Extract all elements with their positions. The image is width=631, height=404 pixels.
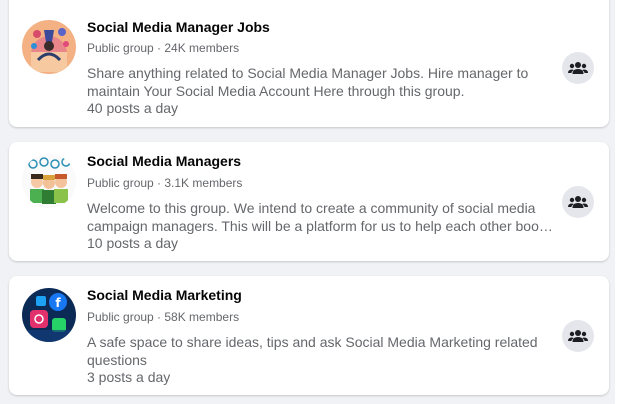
join-group-button[interactable]	[562, 186, 594, 218]
description-line: A safe space to share ideas, tips and as…	[87, 334, 538, 350]
group-meta: Public group · 58K members	[87, 310, 240, 324]
group-avatar[interactable]: f	[22, 288, 76, 342]
group-name[interactable]: Social Media Marketing	[87, 287, 242, 303]
scroll-area	[615, 0, 631, 404]
join-group-button[interactable]	[562, 52, 594, 84]
group-activity: 10 posts a day	[87, 235, 179, 251]
group-meta: Public group · 24K members	[87, 41, 240, 55]
description-line: campaign managers. This will be a platfo…	[87, 218, 557, 234]
group-activity: 40 posts a day	[87, 100, 179, 116]
group-card[interactable]: f Social Media Marketing Public group · …	[9, 276, 609, 395]
join-group-button[interactable]	[562, 320, 594, 352]
group-activity: 3 posts a day	[87, 369, 171, 385]
group-name[interactable]: Social Media Manager Jobs	[87, 19, 270, 35]
group-description: Welcome to this group. We intend to crea…	[87, 199, 557, 235]
description-line: Welcome to this group. We intend to crea…	[87, 200, 536, 216]
group-card[interactable]: Social Media Manager Jobs Public group ·…	[9, 0, 609, 127]
group-icon	[568, 196, 588, 208]
group-name[interactable]: Social Media Managers	[87, 153, 241, 169]
description-line: Share anything related to Social Media M…	[87, 65, 529, 81]
group-description: A safe space to share ideas, tips and as…	[87, 333, 557, 369]
group-avatar[interactable]	[22, 154, 76, 208]
description-line: maintain Your Social Media Account Here …	[87, 83, 465, 99]
group-icon	[568, 62, 588, 74]
group-meta: Public group · 3.1K members	[87, 176, 243, 190]
group-icon	[568, 330, 588, 342]
group-description: Share anything related to Social Media M…	[87, 64, 557, 100]
svg-text:f: f	[55, 296, 61, 310]
group-card[interactable]: Social Media Managers Public group · 3.1…	[9, 142, 609, 261]
description-line: questions	[87, 352, 147, 368]
group-avatar[interactable]	[22, 20, 76, 74]
